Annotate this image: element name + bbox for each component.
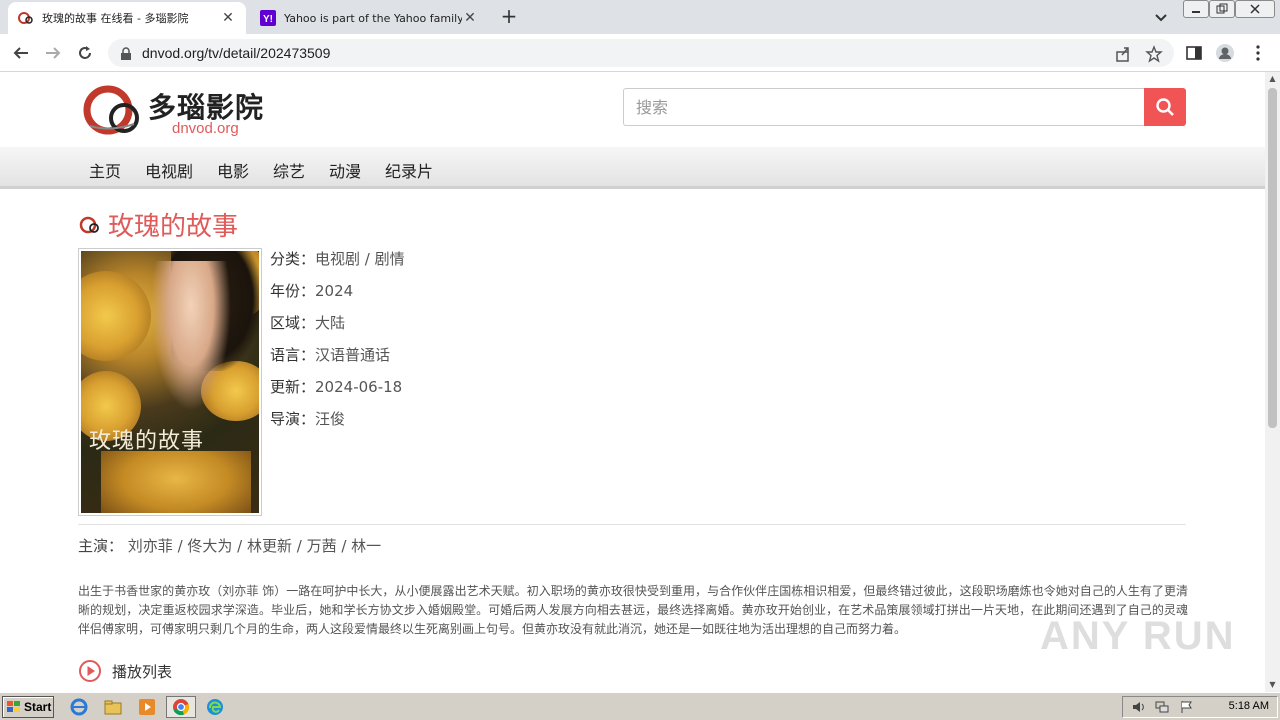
site-logo[interactable]: 多瑙影院 dnvod.org: [80, 82, 272, 138]
network-icon[interactable]: [1155, 700, 1169, 714]
info-label: 区域：: [270, 314, 316, 332]
search-icon: [1156, 98, 1174, 116]
info-row: 语言：汉语普通话: [270, 344, 405, 376]
nav-item-variety[interactable]: 综艺: [273, 158, 305, 182]
anyrun-watermark: ANY RUN: [1040, 614, 1236, 658]
folder-icon[interactable]: [102, 697, 124, 717]
scrollbar-thumb[interactable]: [1268, 88, 1277, 428]
nav-item-tv[interactable]: 电视剧: [145, 158, 193, 182]
section-divider: [78, 524, 1186, 525]
close-tab-icon[interactable]: ✕: [220, 10, 236, 26]
flag-icon[interactable]: [1179, 700, 1193, 714]
start-label: Start: [24, 700, 52, 714]
lock-icon[interactable]: [120, 46, 132, 65]
new-tab-button[interactable]: +: [498, 6, 520, 28]
menu-kebab-icon[interactable]: [1248, 43, 1268, 63]
info-row: 年份：2024: [270, 280, 405, 312]
title-logo-icon: [79, 216, 99, 233]
info-label: 导演：: [270, 410, 316, 428]
close-window-button[interactable]: [1235, 0, 1275, 18]
info-value: 汉语普通话: [315, 346, 391, 364]
play-circle-icon: [79, 660, 101, 682]
tab-strip: 玫瑰的故事 在线看 - 多瑙影院 ✕ Y! Yahoo is part of t…: [0, 0, 1280, 34]
scroll-up-arrow-icon[interactable]: ▲: [1265, 72, 1280, 86]
cast-names: 刘亦菲 / 佟大为 / 林更新 / 万茜 / 林一: [127, 537, 382, 555]
restore-button[interactable]: [1209, 0, 1235, 18]
info-value: 大陆: [315, 314, 346, 332]
logo-swirl-icon: [83, 85, 139, 135]
nav-item-movies[interactable]: 电影: [217, 158, 249, 182]
main-nav: 主页 电视剧 电影 综艺 动漫 纪录片: [0, 147, 1265, 189]
address-bar[interactable]: dnvod.org/tv/detail/202473509: [108, 39, 1174, 67]
windows-logo-icon: [7, 701, 20, 712]
taskbar-clock[interactable]: 5:18 AM: [1229, 700, 1269, 712]
playlist-label: 播放列表: [112, 662, 173, 681]
page-title: 玫瑰的故事: [108, 212, 239, 242]
info-label: 更新：: [270, 378, 316, 396]
info-row: 更新：2024-06-18: [270, 376, 405, 408]
search-input[interactable]: 搜索: [623, 88, 1145, 126]
profile-avatar-icon[interactable]: [1215, 43, 1235, 63]
info-row: 导演：汪俊: [270, 408, 405, 440]
info-label: 年份：: [270, 282, 316, 300]
minimize-button[interactable]: [1183, 0, 1209, 18]
tab-title: 玫瑰的故事 在线看 - 多瑙影院: [42, 12, 189, 25]
page-scrollbar[interactable]: ▲ ▼: [1265, 72, 1280, 692]
search-button[interactable]: [1144, 88, 1186, 126]
info-label: 语言：: [270, 346, 316, 364]
info-row: 区域：大陆: [270, 312, 405, 344]
logo-domain: dnvod.org: [172, 120, 239, 137]
cast-label: 主演：: [78, 537, 124, 555]
tab-search-chevron-icon[interactable]: [1152, 8, 1170, 26]
show-info: 分类：电视剧 / 剧情 年份：2024 区域：大陆 语言：汉语普通话 更新：20…: [270, 248, 405, 440]
volume-icon[interactable]: [1131, 700, 1145, 714]
info-value: 电视剧 / 剧情: [315, 250, 405, 268]
media-player-icon[interactable]: [136, 697, 158, 717]
edge-icon[interactable]: [204, 697, 226, 717]
nav-item-anime[interactable]: 动漫: [329, 158, 361, 182]
system-tray: 5:18 AM: [1122, 696, 1278, 718]
browser-toolbar: dnvod.org/tv/detail/202473509: [0, 34, 1280, 72]
info-label: 分类：: [270, 250, 316, 268]
windows-taskbar: Start 5:18 AM: [0, 692, 1280, 720]
info-value: 2024-06-18: [315, 378, 403, 396]
web-page: 多瑙影院 dnvod.org 搜索 主页 电视剧 电影 综艺 动漫 纪录片 玫瑰…: [0, 72, 1265, 692]
nav-item-home[interactable]: 主页: [89, 158, 121, 182]
reload-icon[interactable]: [74, 42, 96, 64]
scroll-down-arrow-icon[interactable]: ▼: [1265, 678, 1280, 692]
show-title-row: 玫瑰的故事: [78, 206, 238, 243]
tab-dnvod[interactable]: 玫瑰的故事 在线看 - 多瑙影院 ✕: [8, 2, 246, 34]
svg-text:Y!: Y!: [263, 14, 273, 25]
tab-yahoo[interactable]: Y! Yahoo is part of the Yahoo family of …: [250, 2, 488, 34]
info-value: 汪俊: [315, 410, 346, 428]
chrome-icon[interactable]: [166, 696, 196, 718]
info-value: 2024: [315, 282, 354, 300]
forward-arrow-icon[interactable]: [42, 42, 64, 64]
cast-line: 主演： 刘亦菲 / 佟大为 / 林更新 / 万茜 / 林一: [78, 535, 381, 556]
side-panel-icon[interactable]: [1184, 43, 1204, 63]
yahoo-favicon-icon: Y!: [260, 10, 276, 26]
ie-icon[interactable]: [68, 697, 90, 717]
show-description: 出生于书香世家的黄亦玫（刘亦菲 饰）一路在呵护中长大，从小便展露出艺术天赋。初入…: [78, 584, 1188, 636]
info-row: 分类：电视剧 / 剧情: [270, 248, 405, 280]
url-text: dnvod.org/tv/detail/202473509: [142, 45, 331, 61]
back-arrow-icon[interactable]: [10, 42, 32, 64]
bookmark-star-icon[interactable]: [1145, 45, 1163, 63]
tab-title: Yahoo is part of the Yahoo family of: [284, 11, 462, 25]
close-tab-icon[interactable]: ✕: [462, 10, 478, 26]
playlist-header[interactable]: 播放列表: [78, 659, 172, 683]
start-button[interactable]: Start: [2, 696, 54, 718]
poster-image: 玫瑰的故事: [81, 251, 259, 513]
dnvod-favicon-icon: [18, 10, 34, 26]
show-poster[interactable]: 玫瑰的故事: [78, 248, 262, 516]
share-icon[interactable]: [1114, 45, 1132, 63]
nav-item-documentary[interactable]: 纪录片: [385, 158, 433, 182]
poster-title: 玫瑰的故事: [89, 429, 205, 454]
